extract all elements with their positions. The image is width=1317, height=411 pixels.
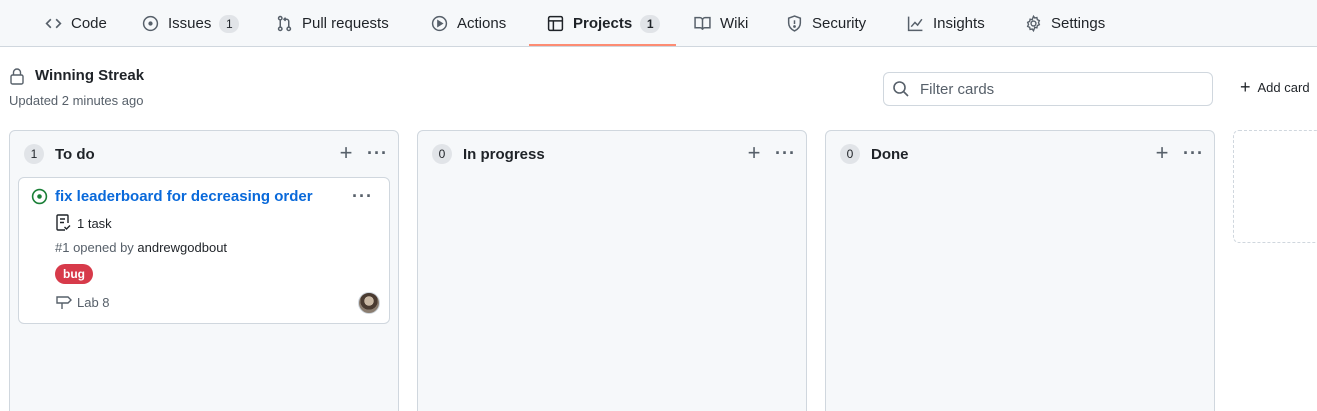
card-opened-by: #1 opened by andrewgodbout (55, 240, 227, 255)
tab-label: Actions (457, 15, 507, 32)
card-menu-button[interactable]: ··· (352, 186, 373, 206)
assignee-avatar[interactable] (358, 292, 380, 314)
project-card[interactable]: fix leaderboard for decreasing order ···… (18, 177, 390, 324)
author-link[interactable]: andrewgodbout (137, 240, 227, 255)
task-count: 1 task (77, 215, 112, 231)
issues-count-badge: 1 (219, 14, 240, 33)
column-name: To do (55, 145, 95, 163)
opened-prefix: #1 opened by (55, 240, 138, 255)
tab-actions[interactable]: Actions (430, 0, 506, 47)
code-icon (44, 15, 62, 33)
lock-icon (9, 67, 25, 85)
play-icon (430, 15, 448, 33)
tab-label: Settings (1051, 15, 1106, 32)
tab-label: Security (812, 15, 867, 32)
milestone-icon (55, 294, 73, 310)
task-list-progress: 1 task (55, 214, 112, 232)
tab-label: Wiki (720, 15, 749, 32)
column-name: In progress (463, 145, 545, 163)
tab-issues[interactable]: Issues 1 (141, 0, 240, 47)
book-icon (693, 15, 711, 33)
column-in-progress: 0 In progress + ··· (417, 130, 807, 411)
tab-insights[interactable]: Insights (906, 0, 985, 47)
graph-icon (906, 15, 924, 33)
search-icon (892, 80, 910, 98)
plus-icon: + (1240, 77, 1251, 97)
card-title-link[interactable]: fix leaderboard for decreasing order (55, 188, 313, 205)
column-count-badge: 0 (432, 144, 452, 164)
column-header: 1 To do + ··· (24, 142, 388, 165)
tab-pull-requests[interactable]: Pull requests (275, 0, 389, 47)
project-title: Winning Streak (35, 67, 145, 84)
tab-settings[interactable]: Settings (1024, 0, 1105, 47)
column-name: Done (871, 145, 909, 163)
tab-security[interactable]: Security (785, 0, 866, 47)
repo-nav: Code Issues 1 Pull requests Actions Proj… (0, 0, 1317, 47)
column-todo: 1 To do + ··· fix leaderboard for decrea… (9, 130, 399, 411)
active-tab-underline (529, 44, 676, 46)
column-menu-button[interactable]: ··· (775, 143, 796, 163)
tab-label: Issues (168, 15, 212, 32)
tab-label: Code (71, 15, 107, 32)
gear-icon (1024, 15, 1042, 33)
pull-request-icon (275, 15, 293, 33)
filter-cards[interactable] (883, 72, 1213, 106)
tab-label: Projects (573, 15, 633, 32)
milestone-name: Lab 8 (77, 294, 110, 310)
add-card-button[interactable]: + (1151, 142, 1173, 164)
project-updated-time: Updated 2 minutes ago (9, 93, 144, 108)
filter-cards-input[interactable] (920, 80, 1190, 98)
shield-icon (785, 15, 803, 33)
add-cards-button[interactable]: + Add card (1240, 78, 1310, 96)
tab-wiki[interactable]: Wiki (693, 0, 748, 47)
add-cards-label: Add card (1257, 79, 1310, 95)
tab-projects[interactable]: Projects 1 (546, 0, 661, 47)
checklist-icon (55, 214, 71, 232)
tab-label: Insights (933, 15, 985, 32)
column-header: 0 In progress + ··· (432, 142, 796, 165)
card-milestone[interactable]: Lab 8 (55, 294, 110, 310)
column-menu-button[interactable]: ··· (1183, 143, 1204, 163)
table-icon (546, 15, 564, 33)
tab-code[interactable]: Code (44, 0, 107, 47)
column-done: 0 Done + ··· (825, 130, 1215, 411)
column-header: 0 Done + ··· (840, 142, 1204, 165)
bug-label[interactable]: bug (55, 264, 93, 284)
add-card-button[interactable]: + (743, 142, 765, 164)
column-menu-button[interactable]: ··· (367, 143, 388, 163)
column-count-badge: 1 (24, 144, 44, 164)
projects-count-badge: 1 (640, 14, 661, 33)
tab-label: Pull requests (302, 15, 389, 32)
issue-opened-icon (31, 188, 48, 205)
column-count-badge: 0 (840, 144, 860, 164)
issue-opened-icon (141, 15, 159, 33)
add-card-button[interactable]: + (335, 142, 357, 164)
add-column-placeholder[interactable] (1233, 130, 1317, 243)
